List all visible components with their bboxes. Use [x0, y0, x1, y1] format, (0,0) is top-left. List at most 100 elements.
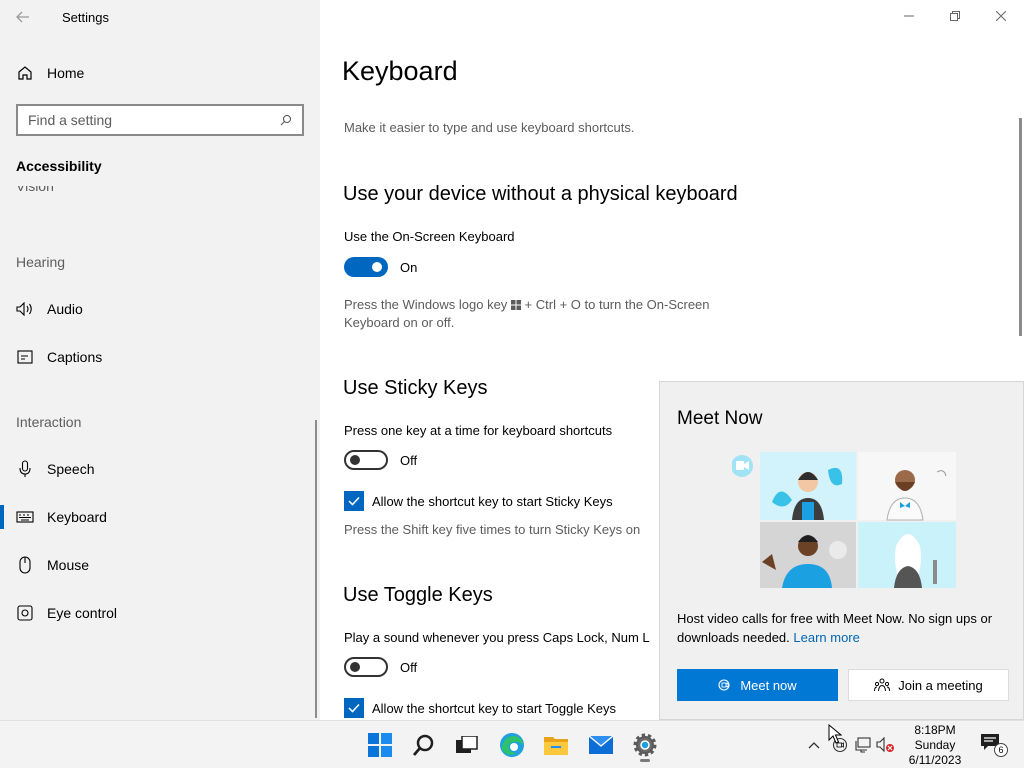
taskbar-start-button[interactable]	[362, 727, 398, 763]
tray-volume-button[interactable]	[876, 735, 896, 755]
sidebar: Settings Home Accessibility Vision Heari…	[0, 0, 320, 720]
clock-day: Sunday	[914, 738, 956, 752]
sticky-keys-shortcut-label: Allow the shortcut key to start Sticky K…	[372, 493, 613, 509]
section-interaction: Interaction	[16, 414, 82, 430]
toggle-knob	[350, 662, 360, 672]
meet-now-button[interactable]: Meet now	[677, 669, 838, 701]
page-subtitle: Make it easier to type and use keyboard …	[344, 120, 635, 135]
keyboard-icon	[16, 508, 34, 526]
taskbar-file-explorer-button[interactable]	[538, 727, 574, 763]
search-input[interactable]	[28, 112, 268, 128]
sidebar-item-mouse[interactable]: Mouse	[0, 545, 320, 585]
restore-icon	[950, 11, 960, 21]
taskbar-task-view-button[interactable]	[449, 727, 485, 763]
minimize-icon	[904, 15, 914, 17]
windows-logo-icon	[510, 300, 521, 310]
sticky-keys-toggle-state: Off	[400, 452, 418, 468]
search-icon	[412, 734, 434, 756]
toggle-keys-toggle[interactable]	[344, 657, 388, 677]
taskbar-clock[interactable]: 8:18PM Sunday 6/11/2023	[896, 723, 974, 768]
toggle-keys-toggle-row: Off	[344, 657, 417, 677]
video-camera-icon	[718, 678, 732, 692]
sidebar-item-keyboard[interactable]: Keyboard	[0, 497, 320, 537]
back-arrow-icon	[16, 11, 29, 23]
windows-start-icon	[368, 733, 392, 757]
toggle-keys-heading: Use Toggle Keys	[343, 584, 493, 606]
sticky-keys-toggle[interactable]	[344, 450, 388, 470]
meet-now-illustration	[732, 452, 956, 588]
sidebar-item-label: Eye control	[47, 605, 118, 621]
restore-button[interactable]	[932, 0, 978, 32]
page-title: Keyboard	[342, 56, 458, 86]
toggle-keys-shortcut-row: Allow the shortcut key to start Toggle K…	[344, 698, 616, 718]
file-explorer-icon	[544, 737, 568, 755]
checkmark-icon	[348, 703, 360, 713]
clock-date: 6/11/2023	[908, 753, 962, 767]
close-icon	[996, 11, 1006, 21]
sidebar-item-speech[interactable]: Speech	[0, 449, 320, 489]
sidebar-item-home[interactable]: Home	[0, 53, 320, 93]
sidebar-item-label: Mouse	[47, 557, 90, 573]
sidebar-item-eye-control[interactable]: Eye control	[0, 593, 320, 633]
osk-toggle-state: On	[400, 259, 418, 275]
action-center-button[interactable]: 6	[980, 733, 1008, 757]
learn-more-link[interactable]: Learn more	[793, 630, 859, 645]
toggle-keys-shortcut-label: Allow the shortcut key to start Toggle K…	[372, 700, 616, 716]
osk-toggle-row: On	[344, 257, 417, 277]
settings-gear-icon	[633, 733, 657, 757]
sidebar-item-label: Home	[47, 65, 85, 81]
osk-heading: Use your device without a physical keybo…	[343, 183, 738, 205]
task-view-icon	[456, 736, 478, 753]
osk-toggle[interactable]	[344, 257, 388, 277]
clock-time: 8:18PM	[914, 723, 956, 737]
mouse-cursor-icon	[828, 724, 842, 744]
search-box[interactable]	[16, 104, 304, 136]
taskbar-search-button[interactable]	[406, 727, 442, 763]
osk-description: Press the Windows logo key + Ctrl + O to…	[344, 297, 710, 330]
osk-label: Use the On-Screen Keyboard	[344, 229, 515, 244]
home-icon	[16, 64, 34, 82]
sidebar-scrollbar[interactable]	[315, 420, 317, 718]
sticky-keys-label: Press one key at a time for keyboard sho…	[344, 423, 613, 438]
microphone-icon	[16, 460, 34, 478]
mail-icon	[588, 735, 614, 754]
section-hearing: Hearing	[16, 254, 66, 270]
toggle-keys-shortcut-checkbox[interactable]	[344, 698, 364, 718]
people-icon	[874, 678, 891, 692]
minimize-button[interactable]	[886, 0, 932, 32]
volume-muted-icon	[876, 737, 894, 753]
sticky-keys-heading: Use Sticky Keys	[343, 377, 488, 399]
sidebar-item-label: Captions	[47, 349, 103, 365]
notification-count-badge: 6	[994, 743, 1008, 757]
chevron-up-icon	[808, 742, 820, 749]
section-vision: Vision	[16, 186, 54, 194]
toggle-keys-toggle-state: Off	[400, 659, 418, 675]
taskbar-mail-button[interactable]	[583, 727, 619, 763]
tray-overflow-button[interactable]	[804, 735, 824, 755]
title-bar: Settings	[0, 0, 320, 34]
toggle-keys-label: Play a sound whenever you press Caps Loc…	[344, 630, 650, 645]
checkmark-icon	[348, 496, 360, 506]
taskbar: 8:18PM Sunday 6/11/2023 6	[0, 720, 1024, 768]
sidebar-item-label: Keyboard	[47, 509, 107, 525]
main-scrollbar[interactable]	[1019, 118, 1022, 336]
eye-control-icon	[16, 604, 34, 622]
tray-network-button[interactable]	[853, 735, 873, 755]
sidebar-item-audio[interactable]: Audio	[0, 289, 320, 329]
meet-now-title: Meet Now	[677, 408, 763, 429]
back-button[interactable]	[0, 0, 46, 34]
toggle-knob	[350, 455, 360, 465]
captions-icon	[16, 348, 34, 366]
meet-now-description: Host video calls for free with Meet Now.…	[677, 611, 993, 645]
join-meeting-button[interactable]: Join a meeting	[848, 669, 1009, 701]
taskbar-settings-button[interactable]	[627, 727, 663, 763]
mouse-icon	[16, 556, 34, 574]
taskbar-edge-button[interactable]	[494, 727, 530, 763]
sidebar-item-captions[interactable]: Captions	[0, 337, 320, 377]
sticky-keys-shortcut-checkbox[interactable]	[344, 491, 364, 511]
toggle-knob	[372, 262, 382, 272]
search-icon	[280, 114, 292, 126]
close-button[interactable]	[978, 0, 1024, 32]
app-title: Settings	[62, 9, 109, 25]
category-heading: Accessibility	[16, 158, 102, 174]
